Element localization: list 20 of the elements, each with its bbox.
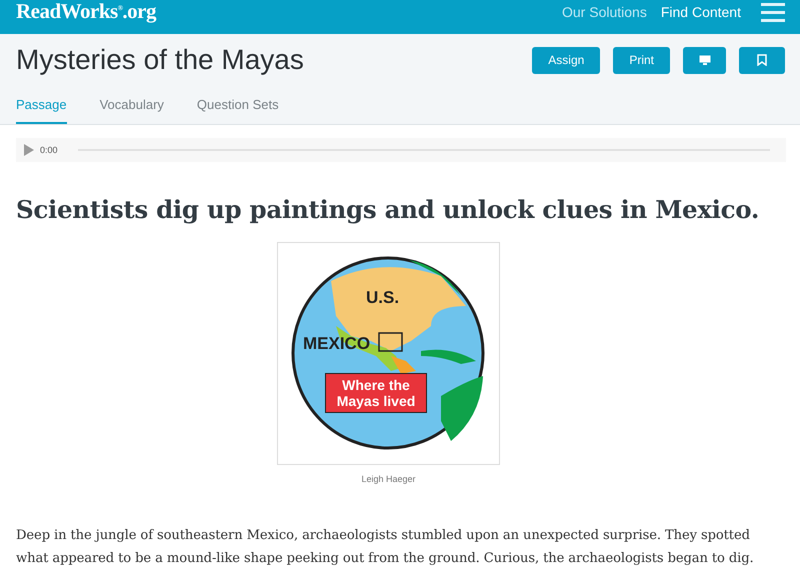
nav-link[interactable]: Our Solutions	[562, 4, 647, 20]
tab[interactable]: Passage	[16, 86, 67, 124]
bookmark-icon[interactable]	[739, 46, 785, 74]
audio-time: 0:00	[40, 145, 58, 155]
article-headline: Scientists dig up paintings and unlock clues in Mexico.	[16, 195, 760, 224]
page-title: Mysteries of the Mayas	[16, 44, 304, 76]
map-callout: Where the Mayas lived	[325, 373, 427, 413]
tab[interactable]: Vocabulary	[100, 86, 164, 124]
action-button[interactable]: Assign	[532, 46, 600, 74]
play-icon[interactable]	[24, 144, 34, 156]
logo[interactable]: ReadWorks$^{®}$.org	[16, 0, 156, 24]
map-label: U.S.	[366, 288, 400, 307]
action-button[interactable]: Print	[613, 46, 670, 74]
monitor-icon[interactable]	[683, 46, 726, 74]
highlight-box	[378, 332, 403, 352]
image-caption: Leigh Haeger	[361, 474, 416, 484]
article-paragraph: Deep in the jungle of southeastern Mexico, archaeologists stumbled upon an unexpected surprise. They spotted what appeared to be a mound-like shape peeking out from the ground. Curious, the archaeologists began to dig.	[16, 527, 755, 568]
tab[interactable]: Question Sets	[196, 86, 279, 124]
menu-icon[interactable]	[761, 2, 785, 22]
nav-link[interactable]: Find Content	[660, 4, 741, 20]
